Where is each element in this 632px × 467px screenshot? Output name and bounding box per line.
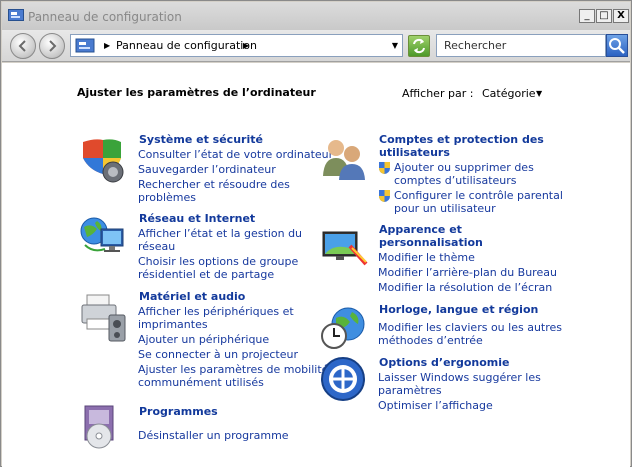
category-title-line: utilisateurs (379, 146, 450, 159)
title-bar[interactable]: Panneau de configuration _ □ X (2, 2, 630, 30)
history-dropdown-icon[interactable]: ▼ (392, 41, 398, 50)
link-homegroup-cont[interactable]: résidentiel et de partage (138, 268, 274, 281)
breadcrumb-item[interactable]: Panneau de configuration (116, 39, 257, 52)
category-title[interactable]: Options d’ergonomie (379, 356, 549, 369)
breadcrumb-chevron-icon[interactable]: ▶ (243, 41, 249, 50)
link-network-status[interactable]: Afficher l’état et la gestion du (138, 227, 302, 240)
page-title: Ajuster les paramètres de l’ordinateur (77, 86, 316, 99)
link-devices-printers[interactable]: Afficher les périphériques et (138, 305, 294, 318)
refresh-icon (413, 38, 425, 54)
address-bar: ▶ Panneau de configuration ▶ ▼ Recherche… (2, 30, 630, 62)
link-windows-suggest-cont[interactable]: paramètres (378, 384, 442, 397)
breadcrumb-chevron-icon[interactable]: ▶ (104, 41, 110, 50)
link-mobility[interactable]: Ajuster les paramètres de mobilité (138, 363, 328, 376)
category-title-line: personnalisation (379, 236, 483, 249)
refresh-button[interactable] (408, 35, 430, 57)
link-network-status-cont[interactable]: réseau (138, 240, 175, 253)
ease-of-access-icon[interactable] (320, 356, 366, 402)
link-devices-printers-cont[interactable]: imprimantes (138, 318, 208, 331)
back-button[interactable] (10, 33, 36, 59)
close-button[interactable]: X (613, 9, 629, 23)
category-title[interactable]: Réseau et Internet (139, 212, 309, 225)
category-title[interactable]: Apparence et personnalisation (379, 223, 549, 249)
breadcrumb[interactable]: ▶ Panneau de configuration ▶ ▼ (70, 34, 403, 57)
link-homegroup[interactable]: Choisir les options de groupe (138, 255, 298, 268)
category-title[interactable]: Matériel et audio (139, 290, 309, 303)
category-title[interactable]: Comptes et protection des utilisateurs (379, 133, 549, 159)
link-optimize-display[interactable]: Optimiser l’affichage (378, 399, 493, 412)
category-title[interactable]: Système et sécurité (139, 133, 309, 146)
link-uninstall[interactable]: Désinstaller un programme (138, 429, 289, 442)
link-add-remove-accounts[interactable]: Ajouter ou supprimer des (394, 161, 534, 174)
category-title-line: Comptes et protection des (379, 133, 544, 146)
maximize-button[interactable]: □ (596, 9, 612, 23)
category-title-line: Apparence et (379, 223, 462, 236)
programs-disc-icon[interactable] (79, 404, 125, 450)
search-input[interactable]: Rechercher (436, 34, 606, 57)
link-mobility-cont[interactable]: communément utilisés (138, 376, 264, 389)
category-title[interactable]: Horloge, langue et région (379, 303, 549, 316)
search-button[interactable] (606, 34, 628, 57)
forward-arrow-icon (49, 40, 57, 52)
users-icon[interactable] (320, 136, 370, 182)
view-by-select[interactable]: Catégorie (482, 87, 536, 100)
link-screen-resolution[interactable]: Modifier la résolution de l’écran (378, 281, 552, 294)
link-troubleshoot-cont[interactable]: problèmes (138, 191, 196, 204)
link-add-device[interactable]: Ajouter un périphérique (138, 333, 269, 346)
link-troubleshoot[interactable]: Rechercher et résoudre des (138, 178, 290, 191)
link-keyboards[interactable]: Modifier les claviers ou les autres (378, 321, 562, 334)
forward-button[interactable] (39, 33, 65, 59)
link-parental-control-cont[interactable]: pour un utilisateur (394, 202, 496, 215)
uac-shield-icon (379, 190, 390, 202)
chevron-down-icon[interactable]: ▼ (536, 89, 542, 98)
appearance-monitor-icon[interactable] (320, 226, 370, 270)
printer-hardware-icon[interactable] (79, 293, 129, 343)
shield-security-icon[interactable] (79, 136, 127, 184)
clock-globe-icon[interactable] (320, 306, 370, 350)
control-panel-icon (8, 9, 24, 21)
main-content: Ajuster les paramètres de l’ordinateur A… (2, 63, 630, 467)
link-desktop-background[interactable]: Modifier l’arrière-plan du Bureau (378, 266, 557, 279)
view-by-label: Afficher par : (402, 87, 474, 100)
link-windows-suggest[interactable]: Laisser Windows suggérer les (378, 371, 541, 384)
category-title[interactable]: Programmes (139, 405, 309, 418)
search-icon (609, 38, 625, 54)
minimize-button[interactable]: _ (579, 9, 595, 23)
link-projector[interactable]: Se connecter à un projecteur (138, 348, 298, 361)
link-keyboards-cont[interactable]: méthodes d’entrée (378, 334, 483, 347)
control-panel-window: Panneau de configuration _ □ X ▶ Panneau… (0, 0, 632, 467)
back-arrow-icon (18, 40, 26, 52)
link-backup[interactable]: Sauvegarder l’ordinateur (138, 163, 276, 176)
network-globe-icon[interactable] (79, 215, 127, 259)
link-change-theme[interactable]: Modifier le thème (378, 251, 475, 264)
control-panel-breadcrumb-icon (75, 38, 95, 53)
window-title: Panneau de configuration (28, 10, 182, 24)
uac-shield-icon (379, 162, 390, 174)
link-add-remove-accounts-cont[interactable]: comptes d’utilisateurs (394, 174, 517, 187)
link-parental-control[interactable]: Configurer le contrôle parental (394, 189, 563, 202)
link-check-status[interactable]: Consulter l’état de votre ordinateur (138, 148, 333, 161)
